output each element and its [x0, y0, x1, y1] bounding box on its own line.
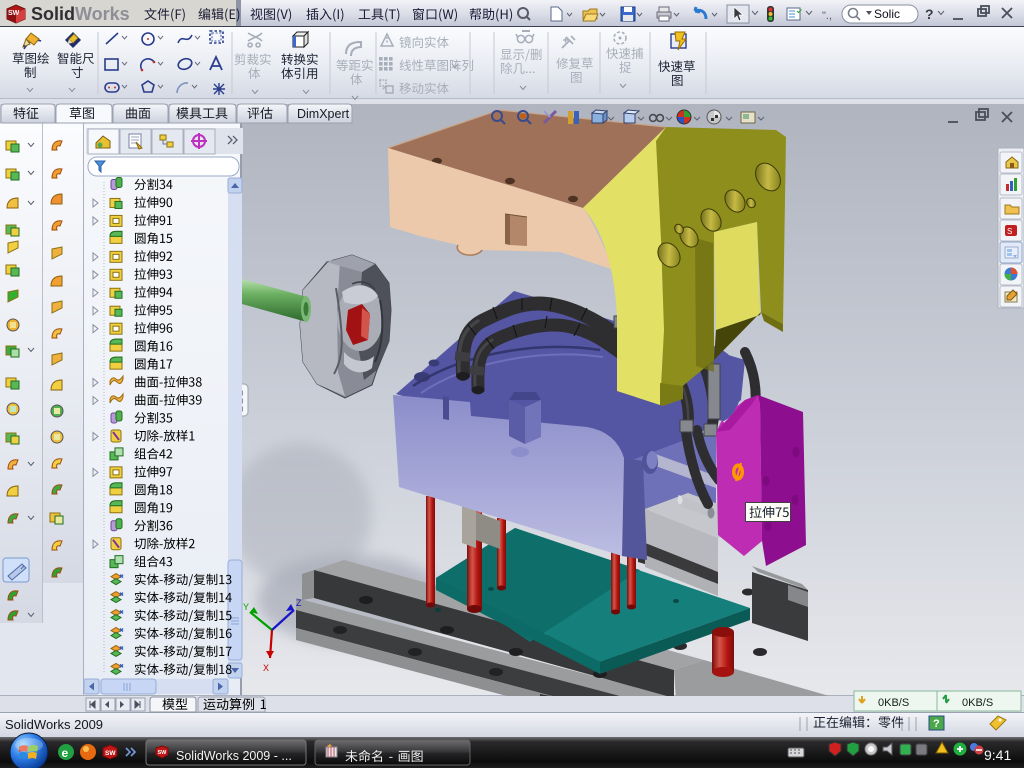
svg-text:SW: SW [158, 750, 168, 756]
svg-text:Solic: Solic [874, 7, 900, 21]
svg-text:X: X [263, 663, 269, 673]
svg-text:0KB/S: 0KB/S [962, 697, 993, 709]
svg-text:".,: "., [822, 10, 832, 22]
svg-text:?: ? [933, 718, 940, 730]
svg-text:e: e [62, 746, 69, 760]
svg-text:SolidWorks 2009 - ...: SolidWorks 2009 - ... [176, 749, 292, 763]
svg-text:Y: Y [243, 602, 249, 612]
svg-text:?: ? [925, 6, 934, 22]
svg-text:SolidWorks 2009: SolidWorks 2009 [5, 717, 103, 732]
svg-text:SolidWorks: SolidWorks [31, 4, 130, 24]
svg-text:SW: SW [8, 10, 20, 17]
svg-text:0KB/S: 0KB/S [878, 697, 909, 709]
svg-text:9:41: 9:41 [984, 747, 1011, 763]
svg-text:DimXpert: DimXpert [297, 107, 350, 121]
svg-text:Z: Z [296, 598, 302, 608]
svg-text:S: S [1007, 227, 1012, 236]
svg-text:SW: SW [105, 750, 116, 757]
